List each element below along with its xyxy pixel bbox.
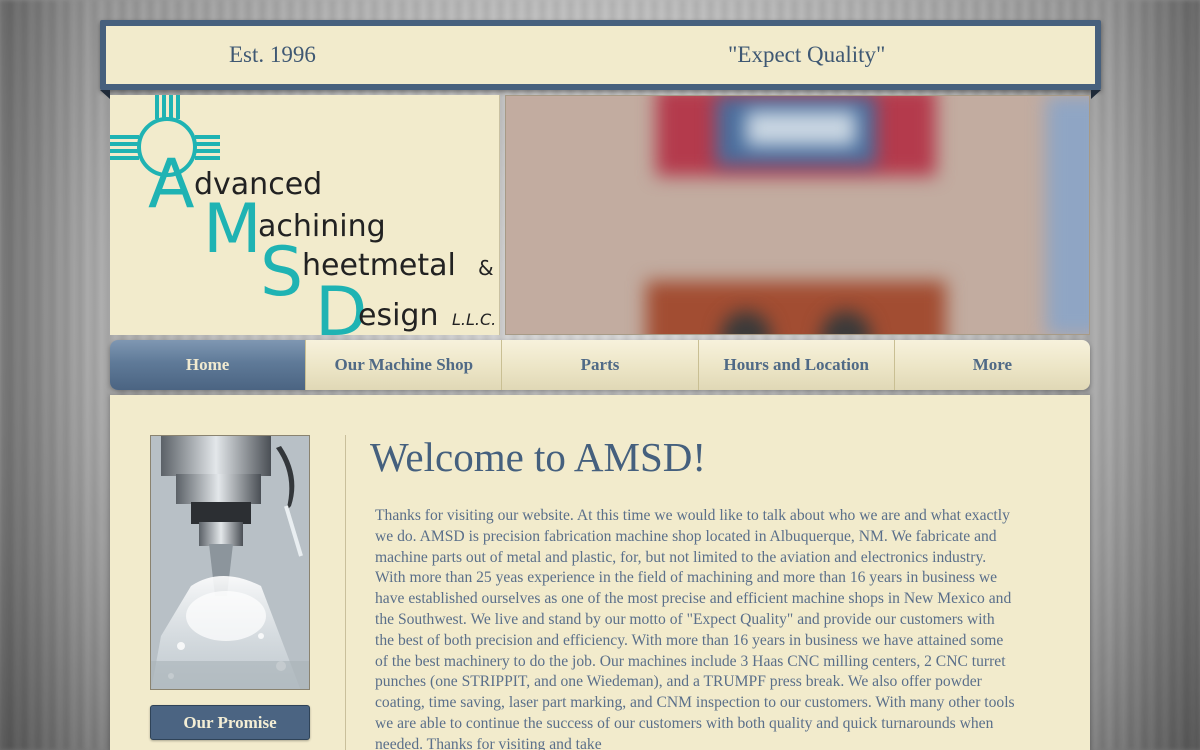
hero-sign-light bbox=[746, 111, 856, 146]
logo-ampersand: & bbox=[478, 256, 494, 280]
nav-home[interactable]: Home bbox=[110, 340, 306, 390]
banner-fold-left bbox=[100, 90, 110, 99]
hero-photo bbox=[505, 95, 1090, 335]
established-text: Est. 1996 bbox=[229, 42, 316, 67]
main-nav: Home Our Machine Shop Parts Hours and Lo… bbox=[110, 340, 1090, 390]
content-divider bbox=[345, 435, 346, 750]
logo-suffix: L.L.C. bbox=[452, 310, 496, 329]
nav-hours-and-location[interactable]: Hours and Location bbox=[697, 340, 894, 390]
cnc-photo-graphic bbox=[151, 436, 309, 689]
logo-word-advanced: dvanced bbox=[194, 167, 322, 202]
nav-more[interactable]: More bbox=[893, 340, 1090, 390]
top-banner: Est. 1996 "Expect Quality" bbox=[100, 20, 1101, 90]
page-title: Welcome to AMSD! bbox=[370, 434, 707, 480]
cnc-machining-photo bbox=[150, 435, 310, 690]
logo-word-machining: achining bbox=[258, 209, 386, 244]
hero-edge bbox=[1046, 96, 1089, 334]
logo-word-design: esign bbox=[358, 298, 438, 333]
logo-letter-a: A bbox=[148, 145, 195, 224]
motto-text: "Expect Quality" bbox=[728, 42, 886, 67]
nav-our-machine-shop[interactable]: Our Machine Shop bbox=[305, 340, 502, 390]
company-logo[interactable]: A M S D dvanced achining heetmetal & esi… bbox=[110, 95, 500, 335]
top-banner-inner: Est. 1996 "Expect Quality" bbox=[106, 26, 1095, 84]
logo-letter-s: S bbox=[260, 233, 303, 312]
logo-word-sheetmetal: heetmetal bbox=[302, 248, 456, 283]
banner-fold-right bbox=[1091, 90, 1101, 99]
content-panel: Our Promise Welcome to AMSD! Thanks for … bbox=[110, 395, 1090, 750]
hero-door bbox=[646, 281, 946, 334]
logo-graphic: A M S D dvanced achining heetmetal & esi… bbox=[110, 95, 496, 335]
nav-parts[interactable]: Parts bbox=[501, 340, 698, 390]
intro-paragraph: Thanks for visiting our website. At this… bbox=[375, 507, 1015, 750]
our-promise-button[interactable]: Our Promise bbox=[150, 705, 310, 740]
